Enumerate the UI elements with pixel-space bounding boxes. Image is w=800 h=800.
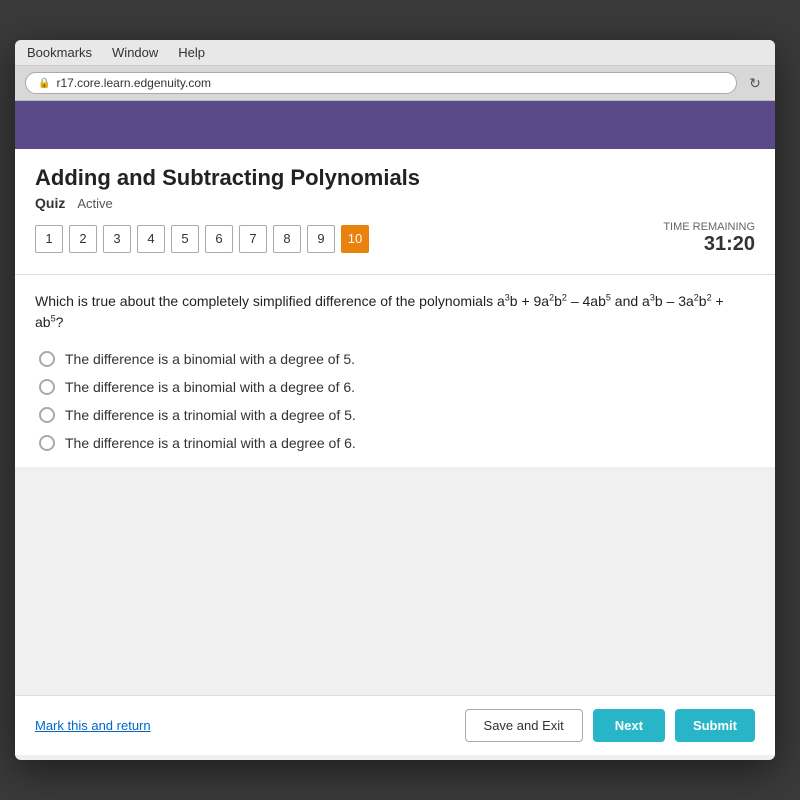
submit-button[interactable]: Submit xyxy=(675,709,755,742)
answer-options: The difference is a binomial with a degr… xyxy=(35,351,755,451)
radio-btn-1[interactable] xyxy=(39,351,55,367)
answer-option-2[interactable]: The difference is a binomial with a degr… xyxy=(39,379,755,395)
bottom-buttons: Save and Exit Next Submit xyxy=(465,709,755,742)
browser-window: Bookmarks Window Help 🔒 r17.core.learn.e… xyxy=(15,40,775,760)
question-num-4[interactable]: 4 xyxy=(137,225,165,253)
menu-help[interactable]: Help xyxy=(178,45,205,60)
answer-text-1: The difference is a binomial with a degr… xyxy=(65,351,355,367)
url-bar[interactable]: 🔒 r17.core.learn.edgenuity.com xyxy=(25,72,737,94)
lock-icon: 🔒 xyxy=(38,78,50,89)
question-text: Which is true about the completely simpl… xyxy=(35,291,755,333)
save-exit-button[interactable]: Save and Exit xyxy=(465,709,583,742)
question-num-2[interactable]: 2 xyxy=(69,225,97,253)
answer-text-4: The difference is a trinomial with a deg… xyxy=(65,435,356,451)
time-remaining: TIME REMAINING 31:20 xyxy=(663,221,755,256)
question-num-6[interactable]: 6 xyxy=(205,225,233,253)
page-title-section: Adding and Subtracting Polynomials Quiz … xyxy=(15,149,775,274)
answer-option-1[interactable]: The difference is a binomial with a degr… xyxy=(39,351,755,367)
radio-btn-3[interactable] xyxy=(39,407,55,423)
time-remaining-value: 31:20 xyxy=(663,233,755,256)
active-label: Active xyxy=(77,196,112,211)
question-num-1[interactable]: 1 xyxy=(35,225,63,253)
radio-btn-4[interactable] xyxy=(39,435,55,451)
url-text: r17.core.learn.edgenuity.com xyxy=(56,76,211,90)
answer-text-2: The difference is a binomial with a degr… xyxy=(65,379,355,395)
menu-bookmarks[interactable]: Bookmarks xyxy=(27,45,92,60)
radio-btn-2[interactable] xyxy=(39,379,55,395)
menu-bar: Bookmarks Window Help xyxy=(15,40,775,66)
page-title: Adding and Subtracting Polynomials xyxy=(35,165,755,191)
quiz-status: Quiz Active xyxy=(35,195,755,211)
desktop: Bookmarks Window Help 🔒 r17.core.learn.e… xyxy=(0,0,800,800)
bottom-bar: Mark this and return Save and Exit Next … xyxy=(15,695,775,755)
answer-option-4[interactable]: The difference is a trinomial with a deg… xyxy=(39,435,755,451)
main-container: Adding and Subtracting Polynomials Quiz … xyxy=(15,149,775,755)
next-button[interactable]: Next xyxy=(593,709,665,742)
question-num-3[interactable]: 3 xyxy=(103,225,131,253)
menu-window[interactable]: Window xyxy=(112,45,158,60)
question-num-10[interactable]: 10 xyxy=(341,225,369,253)
answer-option-3[interactable]: The difference is a trinomial with a deg… xyxy=(39,407,755,423)
purple-header xyxy=(15,101,775,149)
question-num-5[interactable]: 5 xyxy=(171,225,199,253)
question-num-7[interactable]: 7 xyxy=(239,225,267,253)
time-remaining-label: TIME REMAINING xyxy=(663,221,755,233)
answer-text-3: The difference is a trinomial with a deg… xyxy=(65,407,356,423)
refresh-button[interactable]: ↻ xyxy=(745,73,765,93)
question-num-9[interactable]: 9 xyxy=(307,225,335,253)
question-area: Which is true about the completely simpl… xyxy=(15,275,775,467)
url-bar-area: 🔒 r17.core.learn.edgenuity.com ↻ xyxy=(15,66,775,101)
mark-return-link[interactable]: Mark this and return xyxy=(35,718,151,733)
quiz-label: Quiz xyxy=(35,195,65,211)
question-num-8[interactable]: 8 xyxy=(273,225,301,253)
question-numbers-row: 1 2 3 4 5 6 7 8 9 10 TIME REMAINING 31:2… xyxy=(35,221,755,256)
